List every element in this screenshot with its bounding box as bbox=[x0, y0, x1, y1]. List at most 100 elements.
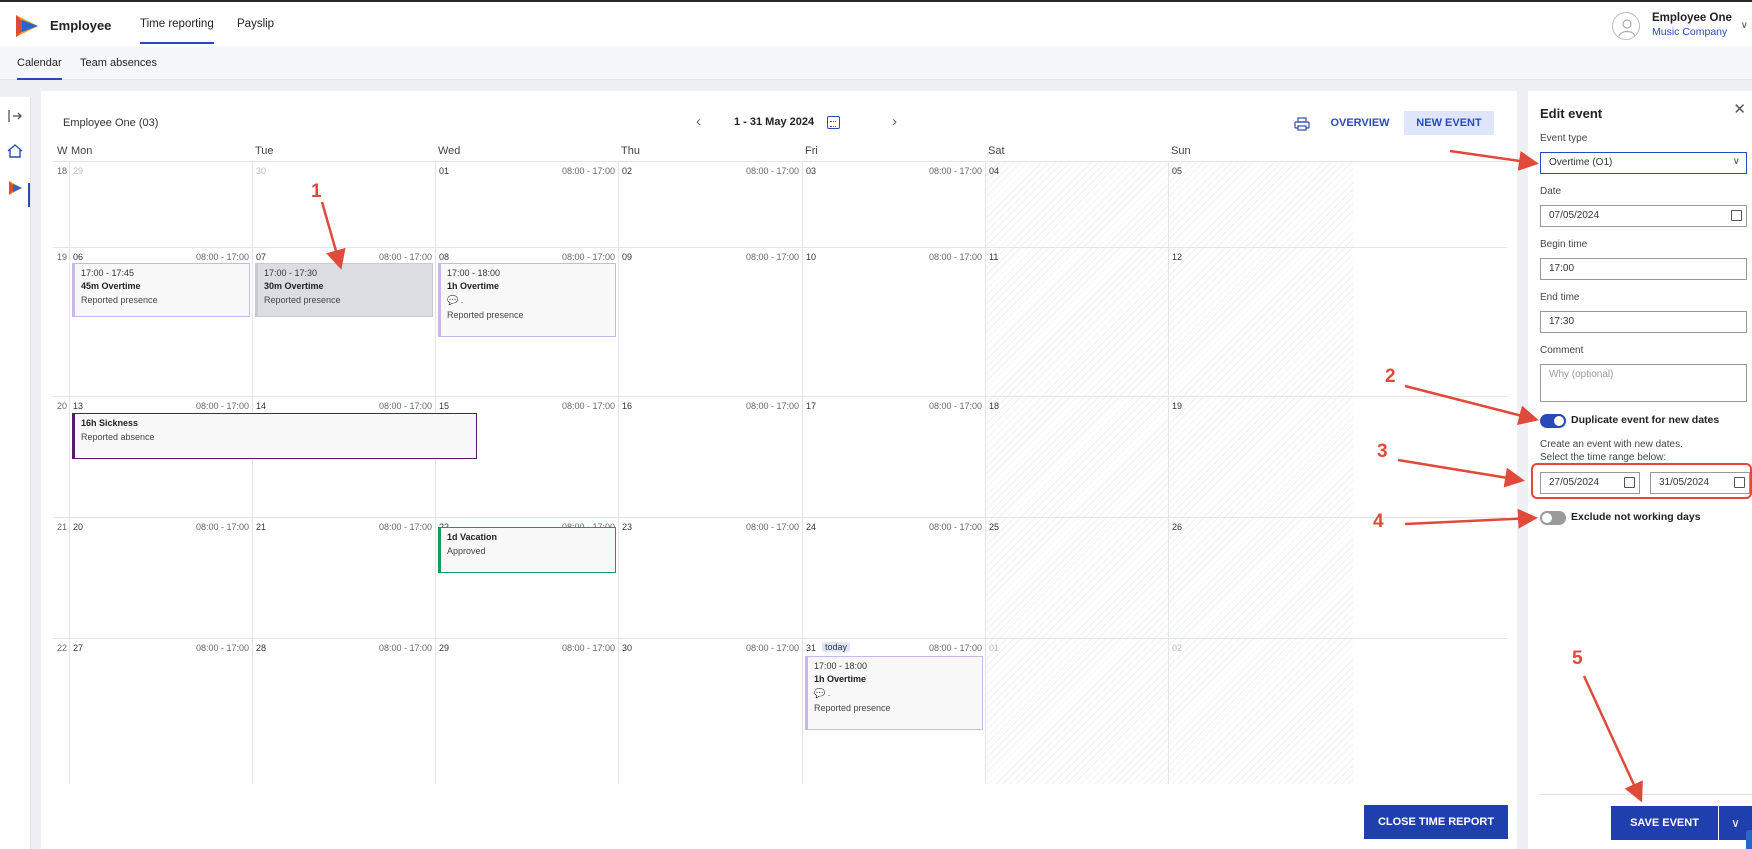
day-cell[interactable]: 18 bbox=[985, 397, 1168, 517]
working-hours: 08:00 - 17:00 bbox=[928, 522, 982, 532]
event-comment: 💬 . bbox=[447, 295, 464, 305]
day-cell[interactable]: 20 08:00 - 17:00 bbox=[69, 518, 252, 638]
month-label: 1 - 31 May 2024 bbox=[734, 116, 815, 128]
event-type-select[interactable]: Overtime (O1) ∨ bbox=[1540, 152, 1747, 174]
exclude-toggle[interactable] bbox=[1540, 511, 1566, 525]
print-icon[interactable] bbox=[1294, 117, 1310, 131]
tab-payslip[interactable]: Payslip bbox=[237, 18, 274, 30]
week-row: 18 29 30 01 08:00 - 17:00 02 08:00 - 17:00 03 08… bbox=[53, 161, 1507, 247]
day-cell[interactable]: 02 bbox=[1168, 639, 1353, 784]
tab-time-reporting[interactable]: Time reporting bbox=[140, 18, 214, 44]
overview-button[interactable]: OVERVIEW bbox=[1323, 111, 1397, 135]
user-menu[interactable]: Employee One Music Company ∨ bbox=[1612, 8, 1752, 44]
event-time: 17:00 - 18:00 bbox=[447, 268, 501, 278]
user-company: Music Company bbox=[1652, 26, 1728, 38]
day-cell[interactable]: 01 08:00 - 17:00 bbox=[435, 162, 618, 247]
annotation-4: 4 bbox=[1373, 511, 1384, 532]
calendar-picker-icon[interactable] bbox=[827, 116, 840, 129]
day-cell[interactable]: 28 08:00 - 17:00 bbox=[252, 639, 435, 784]
day-header-sat: Sat bbox=[988, 145, 1005, 157]
annotation-3: 3 bbox=[1377, 441, 1388, 462]
day-cell[interactable]: 16 08:00 - 17:00 bbox=[618, 397, 802, 517]
week-row: 20 13 08:00 - 17:00 14 08:00 - 17:00 15 08:00 … bbox=[53, 396, 1507, 517]
day-cell[interactable]: 02 08:00 - 17:00 bbox=[618, 162, 802, 247]
tab-team-absences[interactable]: Team absences bbox=[80, 57, 157, 69]
side-tab-handle[interactable] bbox=[1746, 830, 1752, 849]
day-header-fri: Fri bbox=[805, 145, 818, 157]
day-cell[interactable]: 29 08:00 - 17:00 bbox=[435, 639, 618, 784]
end-time-field[interactable]: 17:30 bbox=[1540, 311, 1747, 333]
day-cell[interactable]: 12 bbox=[1168, 248, 1353, 396]
close-icon[interactable]: ✕ bbox=[1733, 100, 1746, 118]
home-icon[interactable] bbox=[6, 142, 24, 160]
day-number: 29 bbox=[73, 166, 84, 176]
event-time: 17:00 - 17:30 bbox=[264, 268, 318, 278]
tab-calendar[interactable]: Calendar bbox=[17, 57, 62, 80]
day-number: 01 bbox=[989, 643, 1000, 653]
day-number: 28 bbox=[256, 643, 267, 653]
day-cell[interactable]: 30 bbox=[252, 162, 435, 247]
day-number: 17 bbox=[806, 401, 817, 411]
day-cell[interactable]: 23 08:00 - 17:00 bbox=[618, 518, 802, 638]
close-time-report-button[interactable]: CLOSE TIME REPORT bbox=[1364, 805, 1508, 839]
day-cell[interactable]: 24 08:00 - 17:00 bbox=[802, 518, 985, 638]
calendar-icon[interactable] bbox=[1731, 210, 1742, 221]
day-number: 26 bbox=[1172, 522, 1183, 532]
working-hours: 08:00 - 17:00 bbox=[745, 522, 799, 532]
event-status: Reported presence bbox=[81, 295, 158, 305]
day-number: 30 bbox=[622, 643, 633, 653]
comment-field[interactable]: Why (optional) bbox=[1540, 364, 1747, 402]
day-cell[interactable]: 19 bbox=[1168, 397, 1353, 517]
working-hours: 08:00 - 17:00 bbox=[561, 252, 615, 262]
day-cell[interactable]: 03 08:00 - 17:00 bbox=[802, 162, 985, 247]
day-cell[interactable]: 27 08:00 - 17:00 bbox=[69, 639, 252, 784]
day-cell[interactable]: 30 08:00 - 17:00 bbox=[618, 639, 802, 784]
chevron-down-icon: ∨ bbox=[1731, 816, 1740, 830]
day-number: 09 bbox=[622, 252, 633, 262]
day-number: 12 bbox=[1172, 252, 1183, 262]
begin-time-field[interactable]: 17:00 bbox=[1540, 258, 1747, 280]
annotation-2: 2 bbox=[1385, 366, 1396, 387]
user-icon bbox=[1618, 19, 1636, 37]
day-cell[interactable]: 04 bbox=[985, 162, 1168, 247]
save-event-button[interactable]: SAVE EVENT bbox=[1611, 806, 1718, 840]
day-cell[interactable]: 10 08:00 - 17:00 bbox=[802, 248, 985, 396]
new-event-button[interactable]: NEW EVENT bbox=[1404, 111, 1494, 135]
day-cell[interactable]: 25 bbox=[985, 518, 1168, 638]
event-status: Reported presence bbox=[447, 310, 524, 320]
day-number: 02 bbox=[622, 166, 633, 176]
day-cell[interactable]: 17 08:00 - 17:00 bbox=[802, 397, 985, 517]
working-hours: 08:00 - 17:00 bbox=[195, 252, 249, 262]
comment-label: Comment bbox=[1540, 345, 1584, 356]
calendar-event[interactable]: 17:00 - 17:30 30m Overtime Reported presen… bbox=[255, 263, 433, 317]
day-number: 29 bbox=[439, 643, 450, 653]
day-cell[interactable]: 01 bbox=[985, 639, 1168, 784]
date-field[interactable]: 07/05/2024 bbox=[1540, 205, 1747, 227]
event-title: 1h Overtime bbox=[814, 674, 867, 684]
day-cell[interactable]: 26 bbox=[1168, 518, 1353, 638]
calendar-event[interactable]: 17:00 - 17:45 45m Overtime Reported presen… bbox=[72, 263, 250, 317]
day-cell[interactable]: 05 bbox=[1168, 162, 1353, 247]
expand-sidebar-icon[interactable] bbox=[6, 107, 24, 125]
begin-time-value: 17:00 bbox=[1549, 263, 1575, 274]
divider bbox=[1540, 794, 1752, 795]
calendar-event[interactable]: 1d Vacation Approved bbox=[438, 527, 616, 573]
day-cell[interactable]: 29 bbox=[69, 162, 252, 247]
chevron-down-icon[interactable]: ∨ bbox=[1741, 20, 1748, 31]
duplicate-toggle[interactable] bbox=[1540, 414, 1566, 428]
event-comment: 💬 . bbox=[814, 688, 831, 698]
calendar-event[interactable]: 17:00 - 18:00 1h Overtime 💬 . Reported pres… bbox=[805, 656, 983, 730]
app-logo-small-icon[interactable] bbox=[6, 179, 24, 197]
day-number: 01 bbox=[439, 166, 450, 176]
day-cell[interactable]: 21 08:00 - 17:00 bbox=[252, 518, 435, 638]
day-cell[interactable]: 09 08:00 - 17:00 bbox=[618, 248, 802, 396]
day-number: 31 bbox=[806, 643, 817, 653]
chevron-right-icon[interactable]: › bbox=[892, 113, 897, 130]
app-name: Employee bbox=[50, 18, 112, 33]
toggle-knob bbox=[1542, 513, 1552, 523]
calendar-event[interactable]: 16h Sickness Reported absence bbox=[72, 413, 477, 459]
calendar-owner: Employee One (03) bbox=[63, 117, 159, 129]
day-cell[interactable]: 11 bbox=[985, 248, 1168, 396]
calendar-event[interactable]: 17:00 - 18:00 1h Overtime 💬 . Reported pres… bbox=[438, 263, 616, 337]
chevron-left-icon[interactable]: ‹ bbox=[696, 113, 701, 130]
